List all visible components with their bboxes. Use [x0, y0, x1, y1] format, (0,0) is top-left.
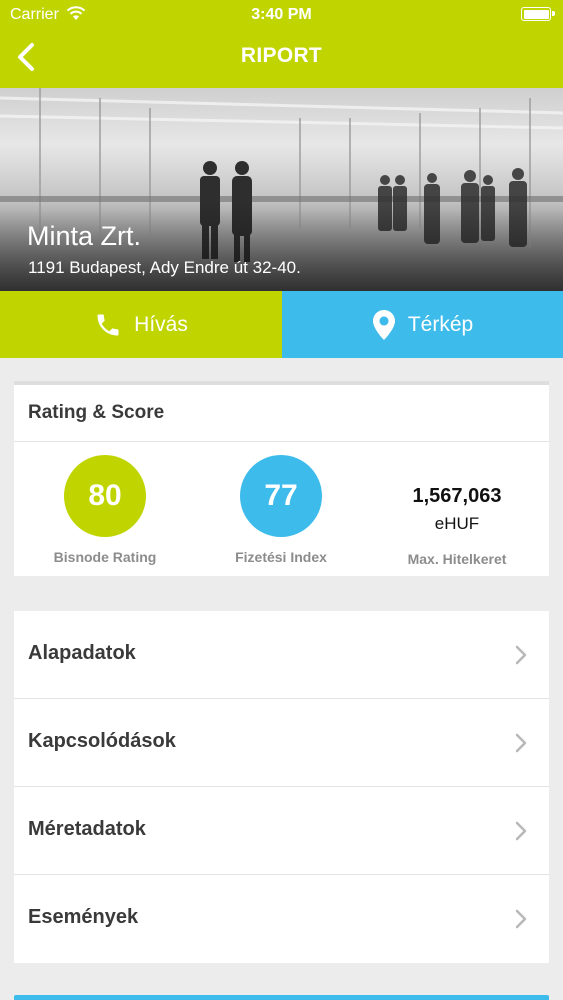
bisnode-rating-label: Bisnode Rating [53, 549, 157, 565]
rating-score-card: Rating & Score 80 Bisnode Rating 77 Fize… [14, 381, 549, 576]
action-bar: Hívás Térkép [0, 291, 563, 358]
chevron-right-icon [515, 909, 527, 929]
list-item-esemenyek[interactable]: Események [14, 875, 549, 963]
navigation-bar: Carrier 3:40 PM RIPORT [0, 0, 563, 88]
phone-icon [97, 314, 119, 335]
company-address: 1191 Budapest, Ady Endre út 32-40. [28, 258, 301, 277]
rating-card-title: Rating & Score [28, 402, 165, 423]
status-bar: Carrier 3:40 PM [0, 0, 563, 30]
bisnode-rating: 80 Bisnode Rating [15, 455, 195, 565]
payment-index-value: 77 [240, 455, 322, 537]
max-credit-unit: eHUF [434, 514, 480, 533]
card-divider [14, 441, 549, 442]
report-sections-list: Alapadatok Kapcsolódások Méretadatok Ese… [14, 611, 549, 963]
next-card-edge [14, 995, 549, 1000]
list-item-label: Események [28, 906, 139, 928]
map-button[interactable]: Térkép [282, 291, 563, 358]
battery-icon [521, 7, 555, 21]
max-credit-label: Max. Hitelkeret [407, 551, 507, 567]
list-item-kapcsolodasok[interactable]: Kapcsolódások [14, 699, 549, 787]
max-credit-limit: 1,567,063 eHUF Max. Hitelkeret [367, 455, 547, 567]
list-item-alapadatok[interactable]: Alapadatok [14, 611, 549, 699]
list-item-label: Alapadatok [28, 642, 136, 664]
map-pin-icon [372, 309, 395, 340]
chevron-right-icon [515, 645, 527, 665]
call-label: Hívás [134, 312, 188, 336]
max-credit-value: 1,567,063 [412, 485, 502, 507]
status-time: 3:40 PM [251, 6, 312, 23]
chevron-right-icon [515, 733, 527, 753]
list-item-label: Kapcsolódások [28, 730, 176, 752]
page-title: RIPORT [240, 44, 323, 67]
company-hero-image: Minta Zrt. 1191 Budapest, Ady Endre út 3… [0, 88, 563, 291]
chevron-right-icon [515, 821, 527, 841]
company-name: Minta Zrt. [27, 221, 142, 251]
list-item-label: Méretadatok [28, 818, 146, 840]
payment-index: 77 Fizetési Index [191, 455, 371, 565]
map-label: Térkép [407, 312, 474, 336]
list-item-meretadatok[interactable]: Méretadatok [14, 787, 549, 875]
call-button[interactable]: Hívás [0, 291, 282, 358]
bisnode-rating-value: 80 [64, 455, 146, 537]
payment-index-label: Fizetési Index [235, 549, 327, 565]
